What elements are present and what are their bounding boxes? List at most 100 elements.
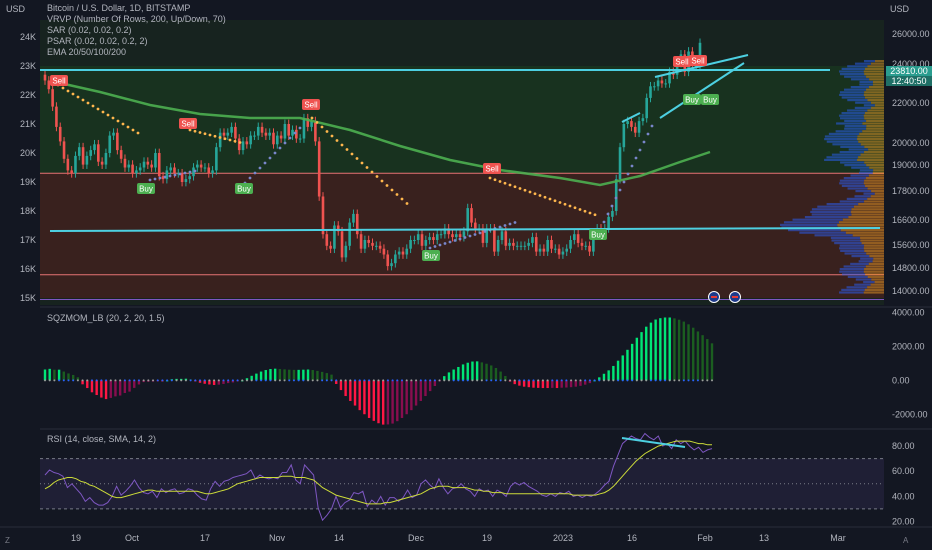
- squeeze-dot: [302, 379, 305, 382]
- us-flag-icon[interactable]: [729, 291, 741, 303]
- squeeze-dot: [513, 379, 516, 382]
- squeeze-dot: [476, 379, 479, 382]
- momentum-bar: [626, 349, 629, 381]
- auto-scale-icon[interactable]: A: [903, 536, 908, 545]
- sar-dot: [498, 225, 502, 229]
- candle-body: [424, 240, 428, 246]
- legend-ema[interactable]: EMA 20/50/100/200: [47, 47, 226, 58]
- momentum-bar: [104, 380, 108, 400]
- momentum-bar: [607, 370, 610, 381]
- candle-body: [119, 150, 123, 159]
- volume-profile-bar: [826, 156, 859, 159]
- candle-body: [131, 164, 134, 174]
- momentum-bar: [555, 380, 559, 389]
- sar-dot: [71, 92, 75, 96]
- volume-profile-bar: [844, 75, 867, 78]
- sar-dot: [66, 89, 70, 93]
- rsi-y-tick: 20.00: [892, 516, 915, 526]
- y-tick-label-right: 16600.00: [892, 215, 930, 225]
- candle-body: [531, 237, 534, 243]
- timezone-icon[interactable]: Z: [5, 536, 10, 545]
- volume-profile-bar: [799, 231, 846, 234]
- volume-profile-bar: [848, 148, 869, 151]
- squeeze-dot: [617, 379, 620, 382]
- squeeze-dot: [114, 379, 117, 382]
- y-tick-label-left: 16K: [20, 264, 36, 274]
- rsi-legend[interactable]: RSI (14, close, SMA, 14, 2): [47, 434, 156, 445]
- volume-profile-bar: [846, 286, 868, 289]
- momentum-bar: [692, 327, 695, 381]
- sar-dot: [503, 224, 507, 227]
- squeeze-dot: [682, 379, 685, 382]
- sar-dot: [188, 170, 192, 174]
- sar-dot: [523, 188, 527, 192]
- y-tick-label-left: 19K: [20, 177, 36, 187]
- volume-profile-bar: [844, 164, 867, 167]
- momentum-bar: [381, 380, 385, 425]
- candle-body: [371, 242, 374, 246]
- legend-vrvp[interactable]: VRVP (Number Of Rows, 200, Up/Down, 70): [47, 14, 226, 25]
- momentum-bar: [259, 371, 263, 381]
- sar-dot: [148, 178, 152, 182]
- squeeze-dot: [645, 379, 648, 382]
- sqzmom-legend[interactable]: SQZMOM_LB (20, 2, 20, 1.5): [47, 313, 165, 324]
- legend-sar[interactable]: SAR (0.02, 0.02, 0.2): [47, 25, 226, 36]
- x-tick-label: 16: [627, 533, 637, 543]
- sar-dot: [208, 133, 212, 137]
- squeeze-dot: [678, 379, 681, 382]
- squeeze-dot: [696, 379, 699, 382]
- squeeze-dot: [133, 379, 136, 382]
- squeeze-dot: [654, 379, 657, 382]
- squeeze-dot: [480, 379, 483, 382]
- squeeze-dot: [307, 379, 310, 382]
- chart-root: 24K 23K 22K 21K 20K 19K 18K 17K 16K 15K 26000.00 24…: [0, 0, 932, 550]
- momentum-bar: [391, 380, 394, 424]
- candle-body: [344, 245, 348, 258]
- volume-profile-bar: [780, 223, 838, 226]
- squeeze-dot: [222, 379, 225, 382]
- volume-profile-bar: [863, 192, 875, 195]
- volume-profile-bar: [843, 88, 866, 91]
- sar-dot: [385, 184, 389, 187]
- volume-profile-bar: [850, 174, 869, 177]
- candle-body: [352, 213, 355, 223]
- chart-canvas[interactable]: 24K23K22K21K20K19K18K17K16K15K26000.0024…: [0, 0, 932, 550]
- volume-profile-bar: [863, 281, 875, 284]
- sar-dot: [533, 192, 537, 196]
- volume-profile-bar: [874, 192, 884, 195]
- volume-profile-bar: [831, 153, 861, 156]
- sar-dot: [101, 110, 105, 114]
- sell-signal-label: Sell: [52, 77, 66, 86]
- squeeze-dot: [86, 379, 89, 382]
- candle-body: [222, 132, 226, 136]
- momentum-bar: [668, 317, 671, 381]
- momentum-bar: [480, 362, 484, 381]
- momentum-bar: [447, 372, 451, 381]
- candle-body: [550, 240, 553, 249]
- volume-profile-bar: [839, 182, 864, 185]
- candle-body: [432, 237, 435, 240]
- legend-psar[interactable]: PSAR (0.02, 0.02, 0.2, 2): [47, 36, 226, 47]
- sar-dot: [543, 195, 547, 199]
- squeeze-dot: [626, 379, 629, 382]
- momentum-bar: [118, 380, 122, 396]
- candle-body: [435, 234, 439, 240]
- squeeze-dot: [400, 379, 403, 382]
- volume-profile-bar: [857, 158, 884, 161]
- volume-profile-bar: [865, 88, 884, 91]
- candle-body: [207, 167, 211, 174]
- candle-body: [454, 234, 458, 238]
- candle-body: [481, 228, 485, 243]
- candle-body: [409, 240, 412, 249]
- volume-profile-bar: [865, 265, 884, 268]
- candle-body: [62, 141, 66, 159]
- volume-profile-bar: [836, 122, 863, 125]
- squeeze-dot: [462, 379, 465, 382]
- sar-dot: [488, 176, 492, 180]
- volume-profile-bar: [871, 278, 884, 281]
- squeeze-dot: [292, 379, 295, 382]
- candle-body: [249, 135, 252, 145]
- us-flag-icon[interactable]: [708, 291, 720, 303]
- candle-body: [154, 153, 157, 168]
- momentum-bar: [649, 322, 653, 381]
